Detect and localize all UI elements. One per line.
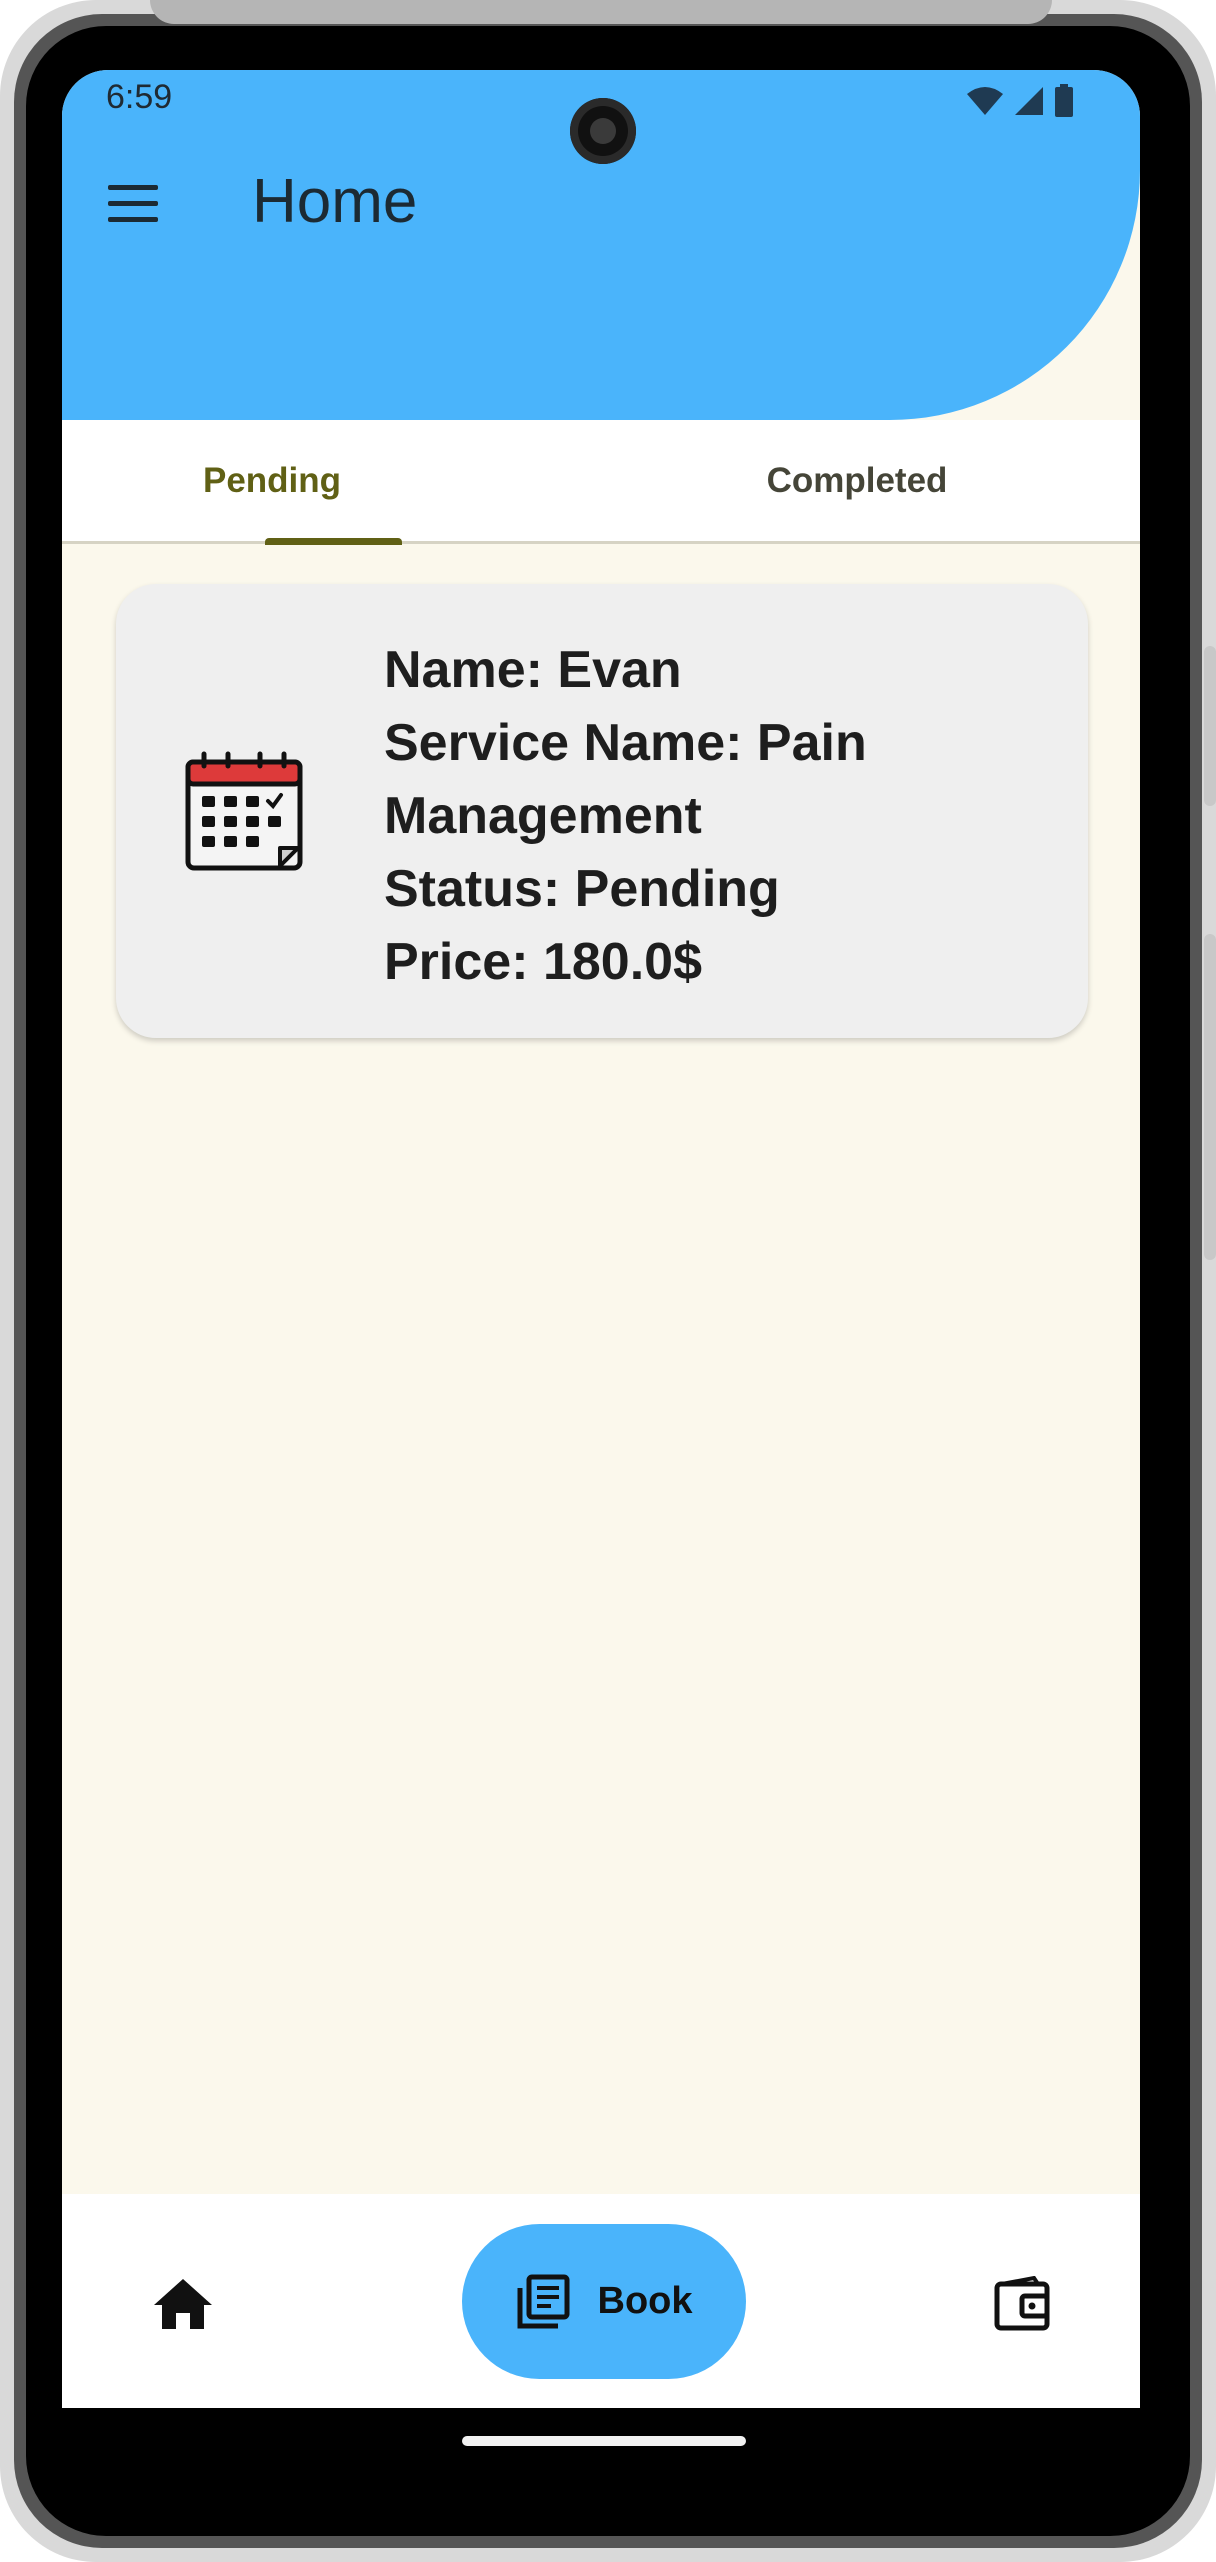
screen: 6:59 Home Pending Completed Name: Evan S… xyxy=(62,70,1140,2470)
appointment-service-cont: Management xyxy=(384,787,702,845)
tab-bar: Pending Completed xyxy=(62,420,1140,544)
tab-indicator xyxy=(265,538,402,545)
menu-icon[interactable] xyxy=(108,185,166,227)
gesture-area xyxy=(62,2408,1140,2470)
book-label: Book xyxy=(597,2280,693,2322)
appointment-card[interactable]: Name: Evan Service Name: Pain Management… xyxy=(116,584,1088,1038)
tab-pending[interactable]: Pending xyxy=(202,420,342,541)
calendar-icon xyxy=(185,751,303,871)
book-button[interactable]: Book xyxy=(462,2224,746,2379)
home-icon[interactable] xyxy=(152,2277,214,2331)
app-header: 6:59 Home xyxy=(62,70,1140,420)
wifi-icon xyxy=(967,87,1003,115)
front-camera xyxy=(570,98,636,164)
wallet-icon[interactable] xyxy=(994,2276,1052,2332)
status-time: 6:59 xyxy=(106,78,173,116)
appointment-price: Price: 180.0$ xyxy=(384,933,703,991)
appointment-name: Name: Evan xyxy=(384,641,682,699)
battery-icon xyxy=(1055,84,1073,117)
appointment-status: Status: Pending xyxy=(384,860,780,918)
signal-icon xyxy=(1015,87,1043,115)
book-list-icon xyxy=(517,2274,569,2328)
appointment-details: Name: Evan Service Name: Pain Management… xyxy=(384,634,867,999)
device-side-button-power xyxy=(1204,934,1216,1260)
page-title: Home xyxy=(252,167,418,236)
device-top-edge xyxy=(150,0,1052,24)
device-side-button-volume xyxy=(1204,646,1216,806)
status-icons xyxy=(966,84,1074,118)
gesture-bar[interactable] xyxy=(462,2436,746,2446)
bottom-nav: Book xyxy=(62,2194,1140,2408)
appointment-service: Service Name: Pain xyxy=(384,714,867,772)
tab-completed[interactable]: Completed xyxy=(742,420,972,541)
